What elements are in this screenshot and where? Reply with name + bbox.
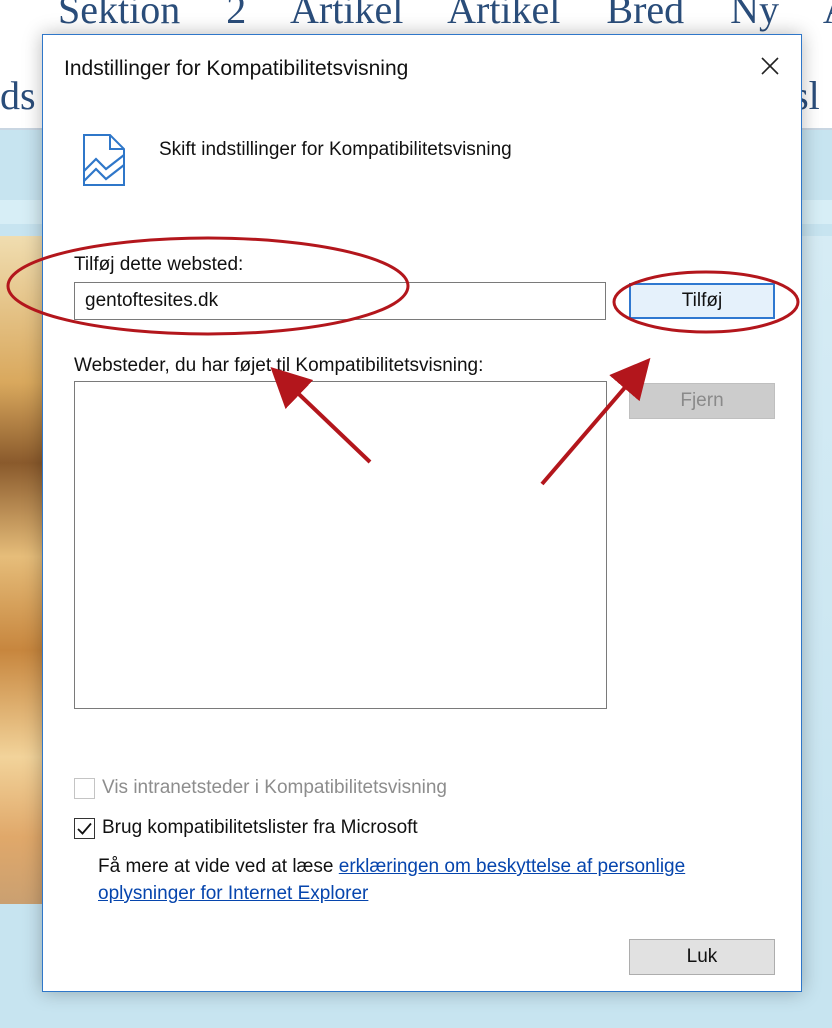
intranet-checkbox-row[interactable]: Vis intranetsteder i Kompatibilitetsvisn…	[74, 777, 447, 799]
compatibility-view-icon	[83, 134, 125, 186]
add-site-label: Tilføj dette websted:	[74, 254, 244, 275]
intranet-checkbox[interactable]	[74, 777, 95, 799]
background-nav-links: Sektion 2 Artikel Artikel Bred Ny A	[58, 0, 832, 32]
dialog-titlebar[interactable]: Indstillinger for Kompatibilitetsvisning	[43, 35, 801, 97]
dialog-title: Indstillinger for Kompatibilitetsvisning	[64, 57, 409, 80]
close-button[interactable]	[747, 45, 793, 87]
add-button[interactable]: Tilføj	[629, 283, 775, 319]
add-site-input[interactable]	[74, 282, 606, 320]
compatibility-view-settings-dialog: Indstillinger for Kompatibilitetsvisning…	[42, 34, 802, 992]
intranet-checkbox-label: Vis intranetsteder i Kompatibilitetsvisn…	[102, 777, 447, 798]
remove-button[interactable]: Fjern	[629, 383, 775, 419]
sites-list[interactable]	[74, 381, 607, 709]
dialog-header-text: Skift indstillinger for Kompatibilitetsv…	[159, 139, 512, 160]
mslist-checkbox-row[interactable]: Brug kompatibilitetslister fra Microsoft	[74, 817, 418, 839]
background-nav-fragment-left: ds	[0, 73, 36, 118]
checkmark-icon	[77, 822, 92, 835]
privacy-info: Få mere at vide ved at læse erklæringen …	[98, 853, 778, 907]
mslist-checkbox-label: Brug kompatibilitetslister fra Microsoft	[102, 817, 418, 838]
privacy-info-text: Få mere at vide ved at læse	[98, 856, 339, 877]
sites-list-label: Websteder, du har føjet til Kompatibilit…	[74, 355, 484, 376]
close-dialog-button[interactable]: Luk	[629, 939, 775, 975]
mslist-checkbox[interactable]	[74, 817, 95, 839]
close-x-icon	[761, 57, 779, 75]
